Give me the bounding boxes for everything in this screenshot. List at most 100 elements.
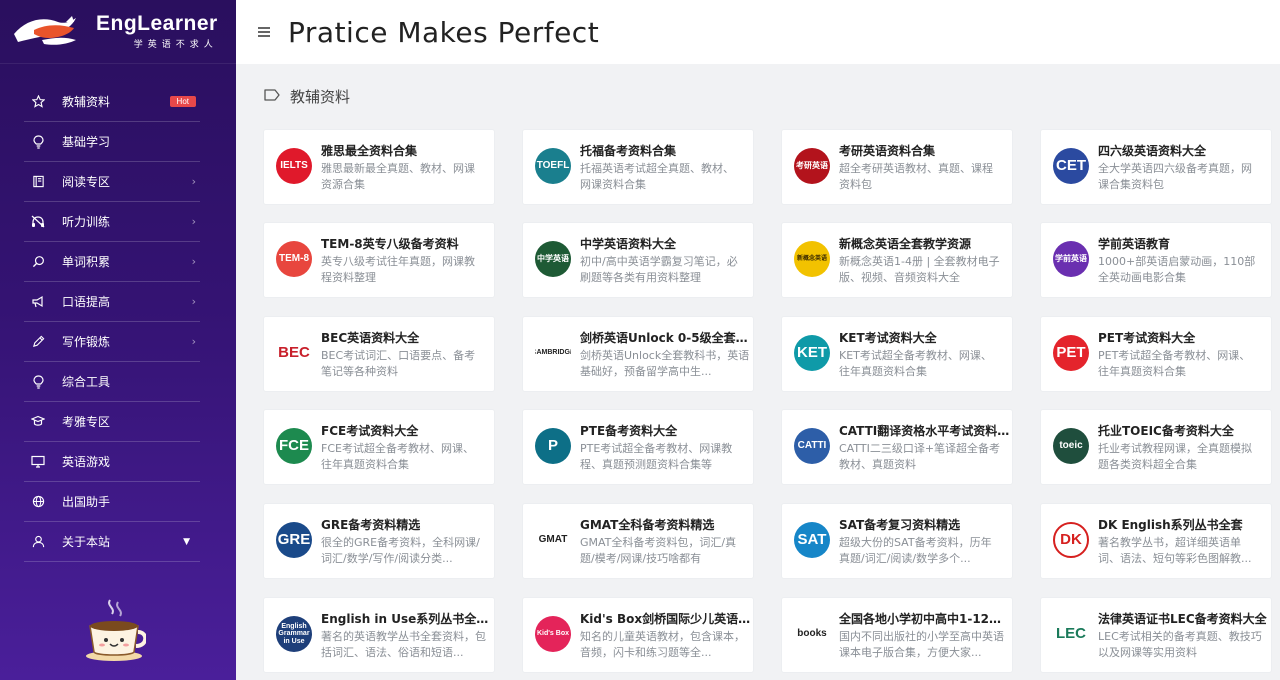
card-description: 国内不同出版社的小学至高中英语课本电子版合集，方便大家... (839, 630, 1004, 659)
sidebar-item-11[interactable]: 关于本站 ▼ (24, 522, 200, 562)
badge-text: 新概念英语 (796, 255, 827, 262)
resource-card[interactable]: KET KET考试资料大全 KET考试超全备考教材、网课、往年真题资料合集 (781, 316, 1013, 392)
sidebar-item-5[interactable]: 口语提高 › (24, 282, 200, 322)
hot-badge: Hot (169, 96, 196, 107)
sidebar-item-6[interactable]: 写作锻炼 › (24, 322, 200, 362)
card-title: Kid's Box剑桥国际少儿英语教... (580, 612, 752, 626)
globe-icon (30, 494, 46, 510)
card-description: 很全的GRE备考资料，全科网课/词汇/数学/写作/阅读分类... (321, 536, 480, 565)
resource-card[interactable]: SAT SAT备考复习资料精选 超级大份的SAT备考资料，历年真题/词汇/阅读/数学… (781, 503, 1013, 579)
sidebar-item-3[interactable]: 听力训练 › (24, 202, 200, 242)
ielts-logo-icon: IELTS (276, 148, 312, 184)
resource-card[interactable]: P PTE备考资料大全 PTE考试超全备考教材、网课教程、真题预测题资料合集等 (522, 409, 754, 485)
sidebar-item-1[interactable]: 基础学习 (24, 122, 200, 162)
pearson-logo-icon: P (535, 428, 571, 464)
sidebar: EngLearner 学英语不求人 教辅资料 Hot 基础学习 阅读专区 › 听力训练 › 单… (0, 0, 236, 680)
card-description: PET考试超全备考教材、网课、往年真题资料合集 (1098, 349, 1251, 378)
card-title: 托业TOEIC备考资料大全 (1098, 424, 1234, 438)
megaphone-icon (30, 294, 46, 310)
sidebar-item-2[interactable]: 阅读专区 › (24, 162, 200, 202)
badge-text: GMAT (538, 533, 568, 545)
sidebar-item-8[interactable]: 考雅专区 (24, 402, 200, 442)
star-icon (30, 94, 46, 110)
resource-card[interactable]: English Grammar in Use English in Use系列丛书… (263, 597, 495, 673)
resource-card[interactable]: PET PET考试资料大全 PET考试超全备考教材、网课、往年真题资料合集 (1040, 316, 1272, 392)
resource-card[interactable]: books 全国各地小学初中高中1-12年级... 国内不同出版社的小学至高中英语课… (781, 597, 1013, 673)
book-icon (30, 174, 46, 190)
resource-card[interactable]: 中学英语 中学英语资料大全 初中/高中英语学霸复习笔记，必刷题等各类有用资料整理 (522, 222, 754, 298)
card-description: 1000+部英语启蒙动画，110部全英动画电影合集 (1098, 255, 1256, 284)
resource-card[interactable]: FCE FCE考试资料大全 FCE考试超全备考教材、网课、往年真题资料合集 (263, 409, 495, 485)
card-description: BEC考试词汇、口语要点、备考笔记等各种资料 (321, 349, 476, 378)
badge-text: CAMBRIDGE (535, 349, 571, 357)
badge-text: LEC (1056, 625, 1086, 643)
resource-card[interactable]: DK DK English系列丛书全套 著名教学丛书，超详细英语单词、语法、短句等彩… (1040, 503, 1272, 579)
resource-card[interactable]: 新概念英语 新概念英语全套教学资源 新概念英语1-4册 | 全套教材电子版、视频、音… (781, 222, 1013, 298)
resource-card[interactable]: GMAT GMAT全科备考资料精选 GMAT全科备考资料包，词汇/真题/模考/网课/… (522, 503, 754, 579)
resource-card[interactable]: LEC 法律英语证书LEC备考资料大全 LEC考试相关的备考真题、教技巧以及网课等实… (1040, 597, 1272, 673)
sidebar-item-label: 阅读专区 (62, 175, 111, 189)
middle-school-logo-icon: 中学英语 (535, 241, 571, 277)
caret-down-icon: ▼ (183, 536, 190, 547)
sidebar-item-10[interactable]: 出国助手 (24, 482, 200, 522)
card-title: SAT备考复习资料精选 (839, 518, 961, 532)
card-title: 考研英语资料合集 (839, 144, 936, 158)
badge-text: TEM-8 (279, 252, 309, 264)
card-title: CATTI翻译资格水平考试资料（... (839, 424, 1011, 438)
resource-card[interactable]: 学前英语 学前英语教育 1000+部英语启蒙动画，110部全英动画电影合集 (1040, 222, 1272, 298)
card-title: English in Use系列丛书全套合集 (321, 612, 493, 626)
page-title: Pratice Makes Perfect (288, 15, 600, 49)
resource-card[interactable]: GRE GRE备考资料精选 很全的GRE备考资料，全科网课/词汇/数学/写作/阅读分… (263, 503, 495, 579)
logo-subtitle: 学英语不求人 (133, 40, 218, 50)
resource-card[interactable]: CATTI CATTI翻译资格水平考试资料（... CATTI二三级口译+笔译超全备… (781, 409, 1013, 485)
card-title: 法律英语证书LEC备考资料大全 (1098, 612, 1267, 626)
card-description: 托业考试教程网课，全真题模拟题各类资料超全合集 (1098, 442, 1252, 471)
resource-card[interactable]: Kid's Box Kid's Box剑桥国际少儿英语教... 知名的儿童英语教材，… (522, 597, 754, 673)
sidebar-item-label: 听力训练 (62, 215, 111, 229)
card-description: 全大学英语四六级备考真题，网课合集资料包 (1098, 162, 1252, 191)
resource-card[interactable]: BEC BEC英语资料大全 BEC考试词汇、口语要点、备考笔记等各种资料 (263, 316, 495, 392)
resource-card[interactable]: CET 四六级英语资料大全 全大学英语四六级备考真题，网课合集资料包 (1040, 129, 1272, 205)
resource-card[interactable]: 考研英语 考研英语资料合集 超全考研英语教材、真题、课程资料包 (781, 129, 1013, 205)
card-title: KET考试资料大全 (839, 331, 937, 345)
badge-text: 中学英语 (537, 253, 569, 263)
kids-box-logo-icon: Kid's Box (535, 616, 571, 652)
resource-card[interactable]: CAMBRIDGE 剑桥英语Unlock 0-5级全套教材剑桥英语Unlock全套… (522, 316, 754, 392)
chevron-right-icon: › (191, 255, 196, 268)
sidebar-item-9[interactable]: 英语游戏 (24, 442, 200, 482)
card-description: 雅思最新最全真题、教材、网课资源合集 (321, 162, 475, 191)
english-in-use-logo-icon: English Grammar in Use (276, 616, 312, 652)
section-title: 教辅资料 (290, 88, 351, 106)
preschool-logo-icon: 学前英语 (1053, 241, 1089, 277)
coffee-cup-icon (82, 596, 148, 662)
sidebar-item-7[interactable]: 综合工具 (24, 362, 200, 402)
sidebar-item-label: 口语提高 (62, 295, 111, 309)
card-description: GMAT全科备考资料包，词汇/真题/模考/网课/技巧啥都有 (580, 536, 737, 565)
card-description: FCE考试超全备考教材、网课、往年真题资料合集 (321, 442, 474, 471)
badge-text: IELTS (280, 159, 308, 171)
ket-logo-icon: KET (794, 335, 830, 371)
badge-text: BEC (278, 344, 310, 362)
catti-logo-icon: CATTI (794, 428, 830, 464)
lightbulb-icon (30, 374, 46, 390)
badge-text: CATTI (797, 439, 827, 451)
resource-card[interactable]: toeic 托业TOEIC备考资料大全 托业考试教程网课，全真题模拟题各类资料超全合… (1040, 409, 1272, 485)
badge-text: PET (1056, 344, 1086, 362)
card-description: 初中/高中英语学霸复习笔记，必刷题等各类有用资料整理 (580, 255, 738, 284)
badge-text: P (547, 437, 558, 455)
sidebar-item-4[interactable]: 单词积累 › (24, 242, 200, 282)
bec-logo-icon: BEC (276, 335, 312, 371)
sidebar-item-label: 综合工具 (62, 375, 111, 389)
card-description: 超全考研英语教材、真题、课程资料包 (839, 162, 993, 191)
logo[interactable]: EngLearner 学英语不求人 (0, 0, 236, 64)
sidebar-item-0[interactable]: 教辅资料 Hot (24, 82, 200, 122)
card-title: 雅思最全资料合集 (321, 144, 418, 158)
resource-card[interactable]: TOEFL 托福备考资料合集 托福英语考试超全真题、教材、网课资料合集 (522, 129, 754, 205)
menu-toggle-icon[interactable] (258, 27, 270, 37)
card-description: LEC考试相关的备考真题、教技巧以及网课等实用资料 (1098, 630, 1262, 659)
card-title: 新概念英语全套教学资源 (839, 237, 972, 251)
resource-card[interactable]: TEM-8 TEM-8英专八级备考资料 英专八级考试往年真题，网课教程资料整理 (263, 222, 495, 298)
badge-text: 学前英语 (1055, 253, 1087, 263)
resource-card[interactable]: IELTS 雅思最全资料合集雅思最新最全真题、教材、网课资源合集 (263, 129, 495, 205)
sidebar-menu: 教辅资料 Hot 基础学习 阅读专区 › 听力训练 › 单词积累 › 口语提高 › 写作锻炼 › 综合工具… (0, 82, 236, 562)
